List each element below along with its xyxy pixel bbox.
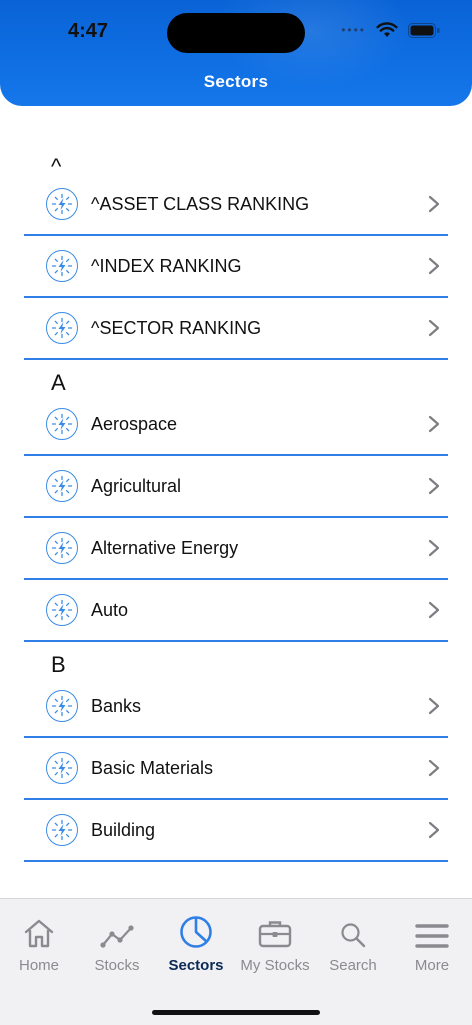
home-indicator	[152, 1010, 320, 1015]
sector-bolt-icon	[46, 690, 78, 722]
header: 4:47 •••• Sectors	[0, 0, 472, 106]
sector-bolt-icon	[46, 470, 78, 502]
tab-label: Stocks	[94, 957, 140, 974]
sector-label: Basic Materials	[91, 757, 214, 778]
sector-row[interactable]: Banks	[24, 676, 448, 738]
chevron-right-icon	[428, 601, 440, 619]
sector-label: Building	[91, 819, 156, 840]
battery-icon	[408, 22, 440, 38]
tab-stocks[interactable]: Stocks	[78, 913, 156, 974]
chevron-right-icon	[428, 319, 440, 337]
sector-bolt-icon	[46, 594, 78, 626]
status-time: 4:47	[68, 20, 109, 42]
tab-label: Home	[18, 957, 59, 974]
sector-label: Aerospace	[91, 413, 178, 434]
sector-bolt-icon	[46, 814, 78, 846]
tab-bar: Home Stocks Sectors My Stocks Search More	[0, 898, 472, 1025]
chevron-right-icon	[428, 415, 440, 433]
chevron-right-icon	[428, 257, 440, 275]
sector-list[interactable]: ^ ^ASSET CLASS RANKING ^INDEX RANKING ^S…	[0, 106, 472, 898]
pie-chart-icon	[157, 913, 235, 949]
tab-sectors[interactable]: Sectors	[157, 913, 235, 974]
sector-label: Alternative Energy	[91, 537, 239, 558]
signal-dots-icon: ••••	[341, 23, 366, 37]
briefcase-icon	[236, 913, 314, 949]
status-icons: ••••	[341, 22, 440, 38]
sector-row[interactable]: Alternative Energy	[24, 518, 448, 580]
sector-label: ^SECTOR RANKING	[91, 317, 262, 338]
sector-bolt-icon	[46, 188, 78, 220]
search-icon	[314, 913, 392, 949]
tab-more[interactable]: More	[393, 913, 471, 974]
chevron-right-icon	[428, 821, 440, 839]
tab-search[interactable]: Search	[314, 913, 392, 974]
tab-home[interactable]: Home	[0, 913, 78, 974]
home-icon	[0, 913, 78, 949]
sector-row[interactable]: Basic Materials	[24, 738, 448, 800]
tab-label: Search	[329, 957, 377, 974]
chevron-right-icon	[428, 759, 440, 777]
chevron-right-icon	[428, 477, 440, 495]
menu-icon	[393, 913, 471, 949]
page-title: Sectors	[203, 72, 269, 90]
sector-label: ^INDEX RANKING	[91, 255, 242, 276]
sector-row[interactable]: ^SECTOR RANKING	[24, 298, 448, 360]
tab-my-stocks[interactable]: My Stocks	[236, 913, 314, 974]
chevron-right-icon	[428, 195, 440, 213]
sector-bolt-icon	[46, 752, 78, 784]
sector-row[interactable]: ^ASSET CLASS RANKING	[24, 174, 448, 236]
tab-label: My Stocks	[240, 957, 310, 974]
section-header: B	[51, 652, 66, 677]
chevron-right-icon	[428, 697, 440, 715]
sector-row[interactable]: Building	[24, 800, 448, 862]
tab-label: More	[414, 957, 450, 974]
wifi-icon	[376, 22, 398, 37]
sector-bolt-icon	[46, 312, 78, 344]
sector-bolt-icon	[46, 408, 78, 440]
sector-row[interactable]: Aerospace	[24, 394, 448, 456]
line-chart-icon	[78, 913, 156, 949]
sector-bolt-icon	[46, 532, 78, 564]
sector-row[interactable]: Auto	[24, 580, 448, 642]
sector-bolt-icon	[46, 250, 78, 282]
sector-row[interactable]: ^INDEX RANKING	[24, 236, 448, 298]
section-header: A	[51, 370, 66, 395]
sector-label: Banks	[91, 695, 142, 716]
tab-label: Sectors	[168, 957, 224, 974]
sector-label: Auto	[91, 599, 129, 620]
chevron-right-icon	[428, 539, 440, 557]
sector-row[interactable]: Agricultural	[24, 456, 448, 518]
sector-label: Agricultural	[91, 475, 182, 496]
sector-label: ^ASSET CLASS RANKING	[91, 193, 310, 214]
dynamic-island	[167, 13, 305, 53]
